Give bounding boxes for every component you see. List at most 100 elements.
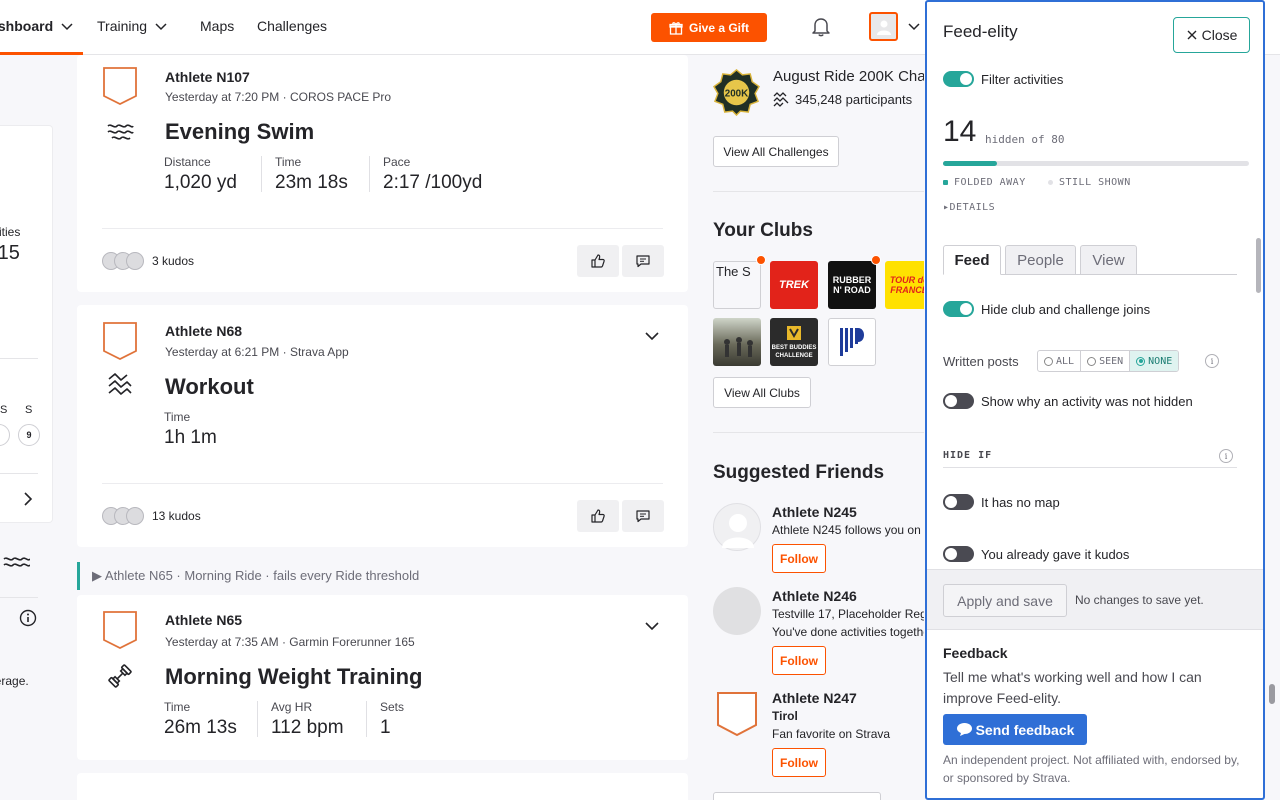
athlete-avatar-icon[interactable]: [102, 610, 138, 650]
kudos-count[interactable]: 13 kudos: [152, 509, 201, 523]
comment-button[interactable]: [622, 245, 664, 277]
kudos-avatars[interactable]: [102, 507, 148, 525]
stat-distance: Distance 1,020 yd: [164, 155, 237, 194]
tab-people[interactable]: People: [1005, 245, 1076, 275]
athlete-avatar-icon[interactable]: [716, 691, 758, 737]
details-disclosure[interactable]: ▸DETAILS: [943, 202, 995, 213]
club-tile[interactable]: [713, 318, 761, 366]
activities-label: Activities: [0, 225, 21, 239]
calendar-day[interactable]: 9: [18, 424, 40, 446]
club-tile[interactable]: TOUR de FRANCE: [885, 261, 924, 309]
club-tile[interactable]: RUBBER N' ROAD: [828, 261, 876, 309]
kudos-count[interactable]: 3 kudos: [152, 254, 194, 268]
toggle-knob: [945, 496, 957, 508]
tab-view[interactable]: View: [1080, 245, 1137, 275]
friend-name[interactable]: Athlete N245: [772, 504, 857, 520]
challenge-badge-icon[interactable]: 200K: [713, 69, 760, 116]
hidden-progress-fill: [943, 161, 997, 166]
avatar[interactable]: [713, 503, 761, 551]
info-icon[interactable]: i: [1205, 354, 1219, 368]
activity-title[interactable]: Evening Swim: [165, 119, 314, 145]
follow-button[interactable]: Follow: [772, 544, 826, 573]
written-posts-all[interactable]: ALL: [1038, 351, 1082, 371]
athlete-name[interactable]: Athlete N68: [165, 323, 242, 339]
view-all-clubs-button[interactable]: View All Clubs: [713, 377, 811, 408]
info-icon[interactable]: i: [1219, 449, 1233, 463]
radio-icon: [1044, 356, 1053, 366]
nav-training-label: Training: [97, 18, 148, 34]
club-logo-icon: [840, 328, 864, 356]
give-kudos-button[interactable]: [577, 500, 619, 532]
club-logo-icon: [787, 326, 801, 340]
written-posts-none[interactable]: NONE: [1130, 351, 1179, 371]
hidden-of-total: hidden of 80: [985, 133, 1065, 146]
friend-name[interactable]: Athlete N247: [772, 690, 857, 706]
verified-check-icon: [871, 255, 881, 265]
view-all-challenges-button[interactable]: View All Challenges: [713, 136, 839, 167]
stat-divider: [366, 701, 367, 737]
folded-activity-note[interactable]: ▶ Athlete N65 · Morning Ride · fails eve…: [77, 562, 688, 590]
nav-training[interactable]: Training: [97, 18, 169, 34]
activity-meta: Yesterday at 6:21 PM · Strava App: [165, 345, 349, 359]
option-label: NONE: [1148, 355, 1173, 367]
club-tile[interactable]: The S: [713, 261, 761, 309]
close-button[interactable]: Close: [1173, 17, 1250, 53]
chevron-down-icon[interactable]: [643, 617, 661, 635]
hidden-count: 14: [943, 115, 977, 148]
option-label: SEEN: [1099, 355, 1124, 367]
legend-dot: [1048, 180, 1053, 185]
club-tile[interactable]: [828, 318, 876, 366]
comment-icon: [636, 510, 650, 523]
nav-challenges[interactable]: Challenges: [257, 18, 327, 34]
disclaimer: An independent project. Not affiliated w…: [943, 753, 1240, 785]
person-icon: [876, 20, 891, 35]
activities-count: 115: [0, 242, 20, 264]
panel-scrollbar[interactable]: [1256, 238, 1261, 293]
send-feedback-button[interactable]: Send feedback: [943, 714, 1087, 745]
athlete-name[interactable]: Athlete N107: [165, 69, 250, 85]
user-avatar[interactable]: [869, 12, 898, 41]
chevron-down-icon[interactable]: [643, 327, 661, 345]
challenge-title[interactable]: August Ride 200K Challenge: [773, 68, 924, 85]
club-tile[interactable]: TREK: [770, 261, 818, 309]
no-map-toggle[interactable]: [943, 494, 974, 510]
no-map-label: It has no map: [981, 495, 1060, 510]
nav-maps[interactable]: Maps: [200, 18, 234, 34]
view-more-button[interactable]: [713, 792, 881, 800]
chevron-down-icon[interactable]: [906, 18, 922, 34]
apply-and-save-button[interactable]: Apply and save: [943, 584, 1067, 617]
give-a-gift-label: Give a Gift: [688, 20, 750, 35]
activity-title[interactable]: Morning Weight Training: [165, 664, 422, 690]
calendar-day[interactable]: [0, 424, 10, 446]
friend-name[interactable]: Athlete N246: [772, 588, 857, 604]
nav-dashboard[interactable]: Dashboard: [0, 18, 75, 34]
gave-kudos-toggle[interactable]: [943, 546, 974, 562]
stat-value: 1,020 yd: [164, 172, 237, 193]
club-tile[interactable]: BEST BUDDIES CHALLENGE: [770, 318, 818, 366]
give-kudos-button[interactable]: [577, 245, 619, 277]
follow-button[interactable]: Follow: [772, 646, 826, 675]
chevron-right-icon[interactable]: [22, 491, 34, 507]
radio-icon: [1136, 356, 1146, 366]
give-a-gift-button[interactable]: Give a Gift: [651, 13, 767, 42]
legend-dot: [943, 180, 948, 185]
avatar[interactable]: [713, 587, 761, 635]
athlete-avatar-icon[interactable]: [102, 321, 138, 361]
tab-feed[interactable]: Feed: [943, 245, 1001, 275]
divider: [713, 191, 924, 192]
follow-button[interactable]: Follow: [772, 748, 826, 777]
kudos-avatars[interactable]: [102, 252, 148, 270]
hide-joins-toggle[interactable]: [943, 301, 974, 317]
page-scrollbar[interactable]: [1269, 684, 1275, 704]
filter-activities-toggle[interactable]: [943, 71, 974, 87]
written-posts-seen[interactable]: SEEN: [1081, 351, 1131, 371]
athlete-avatar-icon[interactable]: [102, 66, 138, 106]
bell-icon[interactable]: [810, 15, 832, 37]
divider: [0, 597, 38, 598]
show-why-toggle[interactable]: [943, 393, 974, 409]
comment-button[interactable]: [622, 500, 664, 532]
suggested-friends-heading: Suggested Friends: [713, 462, 885, 483]
athlete-name[interactable]: Athlete N65: [165, 612, 242, 628]
activity-title[interactable]: Workout: [165, 374, 254, 400]
info-icon[interactable]: [19, 609, 37, 627]
